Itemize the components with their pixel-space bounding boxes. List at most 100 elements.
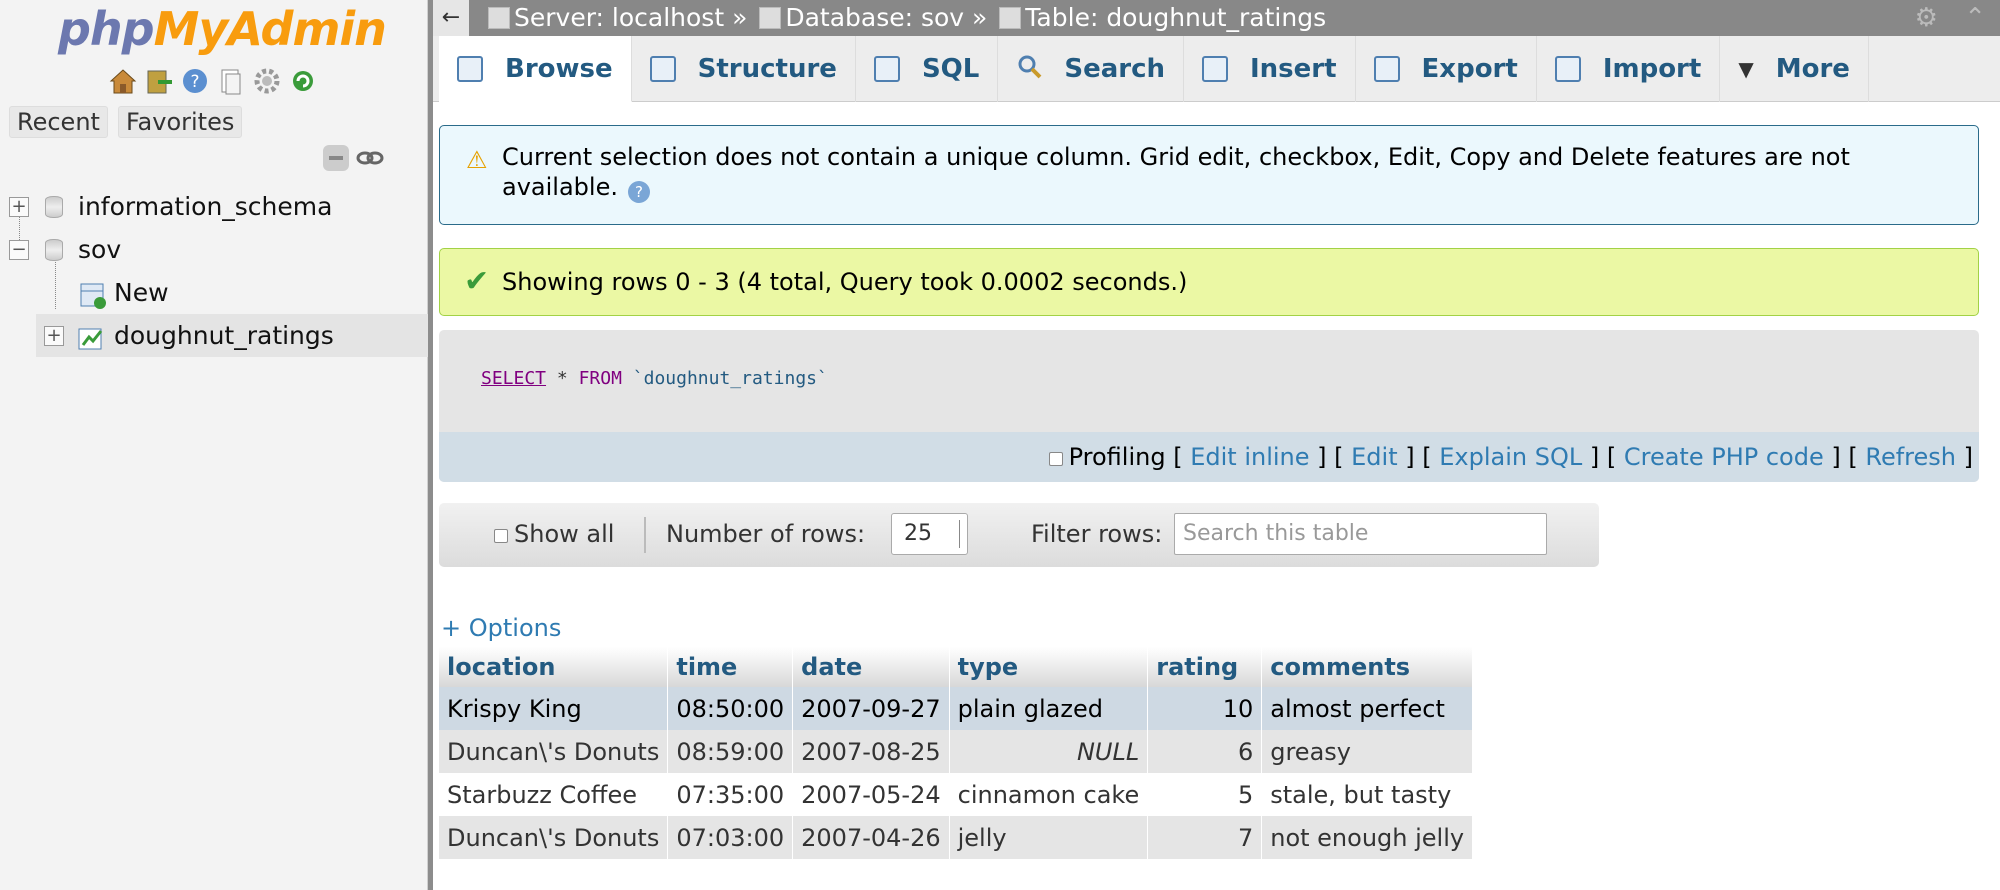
cell-type: cinnamon cake — [949, 773, 1149, 816]
tab-structure[interactable]: Structure — [632, 36, 856, 102]
tab-more[interactable]: ▼ More — [1720, 36, 1869, 102]
results-table: location time date type rating comments … — [439, 647, 1474, 859]
cell-time: 08:59:00 — [667, 730, 794, 773]
database-icon — [45, 239, 63, 261]
expand-icon[interactable]: + — [44, 326, 64, 346]
warning-icon: ⚠ — [466, 146, 488, 174]
tab-sql[interactable]: SQL — [856, 36, 999, 102]
create-php-code-link[interactable]: Create PHP code — [1624, 443, 1824, 471]
link-icon[interactable] — [356, 144, 384, 178]
table-row[interactable]: Krispy King 08:50:00 2007-09-27 plain gl… — [439, 687, 1474, 730]
cell-date: 2007-09-27 — [792, 687, 950, 730]
warning-text: Current selection does not contain a uni… — [502, 143, 1850, 201]
cell-time: 08:50:00 — [667, 687, 794, 730]
search-icon — [1016, 53, 1042, 86]
tree-label[interactable]: doughnut_ratings — [114, 314, 334, 357]
import-icon — [1554, 56, 1581, 82]
nav-resizer[interactable] — [428, 0, 433, 890]
tab-insert[interactable]: Insert — [1184, 36, 1356, 102]
cell-location: Duncan\'s Donuts — [439, 730, 669, 773]
cell-comments: stale, but tasty — [1261, 773, 1474, 816]
filter-label: Filter rows: — [1031, 520, 1163, 548]
table-row[interactable]: Duncan\'s Donuts 08:59:00 2007-08-25 NUL… — [439, 730, 1474, 773]
documentation-icon[interactable] — [216, 66, 246, 96]
insert-icon — [1202, 56, 1228, 82]
reload-icon[interactable] — [288, 66, 318, 96]
tab-browse[interactable]: Browse — [439, 36, 632, 102]
settings-gear-icon[interactable]: ⚙ — [1915, 3, 1938, 33]
tree-label[interactable]: information_schema — [78, 185, 332, 228]
export-icon — [1373, 56, 1400, 82]
help-icon[interactable]: ? — [180, 66, 210, 96]
profiling-label: Profiling — [1068, 443, 1166, 471]
tab-label: Import — [1602, 54, 1702, 84]
breadcrumb-database[interactable]: Database: sov » — [785, 3, 987, 32]
collapse-top-icon[interactable]: ⌃ — [1964, 3, 1986, 33]
collapse-all-icon[interactable] — [322, 144, 350, 178]
filter-rows-input[interactable]: Search this table — [1174, 513, 1547, 555]
tree-db-sov[interactable]: − sov — [0, 228, 428, 271]
sql-star: * — [556, 368, 568, 389]
logo-php: php — [58, 2, 155, 56]
logo-myadmin: MyAdmin — [153, 2, 387, 56]
check-icon: ✔ — [464, 264, 490, 299]
table-icon — [999, 7, 1022, 29]
table-row[interactable]: Duncan\'s Donuts 07:03:00 2007-04-26 jel… — [439, 816, 1474, 859]
cell-comments: not enough jelly — [1261, 816, 1474, 859]
expand-icon[interactable]: + — [9, 197, 29, 217]
sql-keyword-select[interactable]: SELECT — [481, 368, 546, 389]
navigation-panel: phpMyAdmin ? Recent Favorites + informat… — [0, 0, 428, 890]
edit-link[interactable]: Edit — [1351, 443, 1397, 471]
sql-actions: Profiling [ Edit inline ] [ Edit ] [ Exp… — [439, 432, 1979, 482]
breadcrumb-table[interactable]: Table: doughnut_ratings — [1025, 3, 1326, 32]
cell-date: 2007-05-24 — [792, 773, 950, 816]
rows-per-page-select[interactable]: 25 — [891, 513, 968, 555]
tree-db-information-schema[interactable]: + information_schema — [0, 185, 428, 228]
column-header-rating[interactable]: rating — [1147, 647, 1263, 687]
tab-export[interactable]: Export — [1356, 36, 1537, 102]
explain-sql-link[interactable]: Explain SQL — [1439, 443, 1582, 471]
database-icon — [45, 196, 63, 218]
tab-label: Structure — [697, 54, 837, 84]
success-notice: ✔ Showing rows 0 - 3 (4 total, Query too… — [439, 248, 1979, 316]
favorites-tab[interactable]: Favorites — [117, 106, 243, 138]
logout-icon[interactable] — [144, 66, 174, 96]
tree-table-doughnut-ratings[interactable]: + doughnut_ratings — [36, 314, 428, 357]
cell-comments: greasy — [1261, 730, 1474, 773]
recent-tab[interactable]: Recent — [9, 106, 108, 138]
edit-inline-link[interactable]: Edit inline — [1190, 443, 1309, 471]
cell-rating: 7 — [1147, 816, 1263, 859]
cell-comments: almost perfect — [1261, 687, 1474, 730]
column-header-comments[interactable]: comments — [1261, 647, 1474, 687]
tree-new-table[interactable]: New — [0, 271, 428, 314]
tree-label[interactable]: sov — [78, 228, 121, 271]
tab-search[interactable]: Search — [998, 36, 1184, 102]
breadcrumb: Server: localhost » Database: sov » Tabl… — [488, 0, 1330, 36]
column-header-location[interactable]: location — [439, 647, 669, 687]
help-icon[interactable]: ? — [627, 181, 650, 203]
tab-import[interactable]: Import — [1537, 36, 1721, 102]
database-icon — [759, 7, 782, 29]
tree-label[interactable]: New — [114, 271, 169, 314]
nav-icon-bar: ? — [108, 66, 318, 96]
settings-gear-icon[interactable] — [252, 66, 282, 96]
refresh-link[interactable]: Refresh — [1865, 443, 1956, 471]
options-link[interactable]: + Options — [441, 614, 561, 642]
home-icon[interactable] — [108, 66, 138, 96]
spinner-icon[interactable] — [959, 520, 965, 548]
breadcrumb-server[interactable]: Server: localhost » — [514, 3, 747, 32]
rows-value: 25 — [904, 521, 932, 546]
column-header-date[interactable]: date — [792, 647, 950, 687]
table-icon — [77, 323, 105, 366]
column-header-time[interactable]: time — [667, 647, 794, 687]
phpmyadmin-logo[interactable]: phpMyAdmin — [58, 2, 387, 56]
database-tree: + information_schema − sov New + doughnu… — [0, 185, 428, 357]
cell-rating: 10 — [1147, 687, 1263, 730]
back-arrow-icon[interactable]: ← — [433, 0, 469, 36]
table-row[interactable]: Starbuzz Coffee 07:35:00 2007-05-24 cinn… — [439, 773, 1474, 816]
collapse-icon[interactable]: − — [9, 240, 29, 260]
browse-icon — [457, 55, 483, 82]
show-all-checkbox[interactable] — [494, 529, 508, 543]
profiling-checkbox[interactable] — [1048, 452, 1063, 466]
column-header-type[interactable]: type — [949, 647, 1149, 687]
